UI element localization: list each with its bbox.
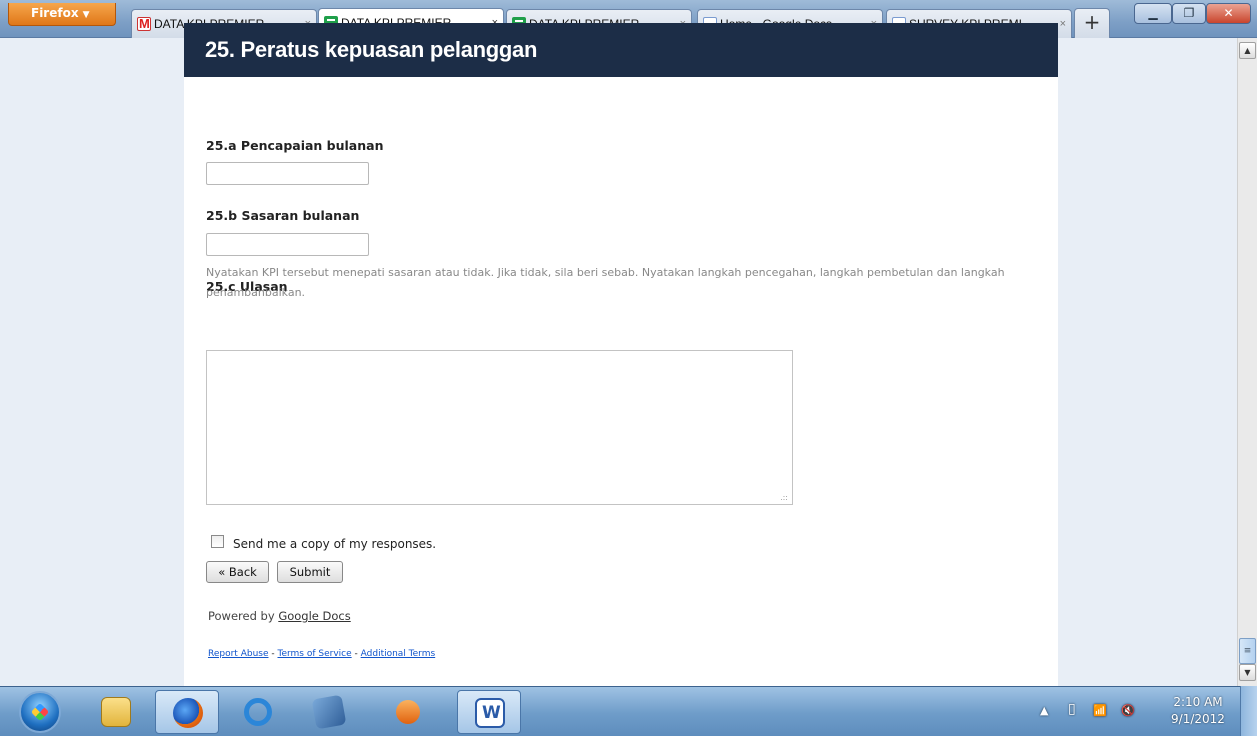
back-button[interactable]: « Back: [206, 561, 269, 583]
sasaran-bulanan-input[interactable]: [206, 233, 369, 256]
battery-icon[interactable]: ▯: [1068, 701, 1076, 717]
additional-terms-link[interactable]: Additional Terms: [361, 649, 436, 659]
powered-by-text: Powered by: [208, 609, 279, 623]
resize-grip-icon[interactable]: .::: [780, 493, 788, 502]
tools-icon: [311, 694, 347, 730]
taskbar-media-player[interactable]: [376, 690, 440, 734]
ulasan-textarea[interactable]: .::: [206, 350, 793, 505]
plus-icon: +: [1083, 10, 1101, 34]
scroll-up-arrow-icon[interactable]: ▲: [1239, 42, 1256, 59]
taskbar-tools[interactable]: [297, 690, 361, 734]
system-clock[interactable]: 2:10 AM 9/1/2012: [1163, 694, 1233, 728]
restore-icon: ❐: [1183, 6, 1195, 20]
terms-of-service-link[interactable]: Terms of Service: [277, 649, 351, 659]
firefox-icon: [173, 698, 203, 728]
start-button[interactable]: [19, 691, 61, 733]
send-copy-checkbox[interactable]: [211, 535, 224, 548]
close-window-button[interactable]: ✕: [1206, 3, 1251, 24]
footer-links: Report Abuse - Terms of Service - Additi…: [208, 649, 435, 659]
restore-button[interactable]: ❐: [1172, 3, 1206, 24]
send-copy-label: Send me a copy of my responses.: [233, 537, 437, 551]
network-signal-icon[interactable]: 📶: [1093, 704, 1107, 717]
section-title: 25. Peratus kepuasan pelanggan: [184, 23, 1058, 77]
volume-muted-icon[interactable]: 🔇: [1121, 704, 1135, 717]
pencapaian-bulanan-input[interactable]: [206, 162, 369, 185]
taskbar-internet-explorer[interactable]: [226, 690, 290, 734]
new-tab-button[interactable]: +: [1074, 8, 1110, 38]
gmail-icon: [137, 10, 151, 38]
vertical-scrollbar[interactable]: ▲ ≡ ▼: [1237, 38, 1257, 686]
show-hidden-icons-arrow-icon[interactable]: ▲: [1040, 704, 1048, 717]
question-25b-label: 25.b Sasaran bulanan: [206, 208, 360, 223]
submit-button[interactable]: Submit: [277, 561, 343, 583]
footer-separator: -: [351, 649, 361, 659]
powered-by: Powered by Google Docs: [208, 609, 351, 623]
clock-time: 2:10 AM: [1173, 695, 1223, 709]
firefox-menu-label: Firefox: [31, 6, 79, 20]
folder-icon: [101, 697, 131, 727]
question-25a-label: 25.a Pencapaian bulanan: [206, 138, 384, 153]
scroll-down-arrow-icon[interactable]: ▼: [1239, 664, 1256, 681]
question-25c-help-text: Nyatakan KPI tersebut menepati sasaran a…: [206, 266, 1005, 299]
show-desktop-button[interactable]: [1240, 686, 1257, 736]
word-icon: [475, 698, 505, 728]
internet-explorer-icon: [244, 698, 272, 726]
taskbar-windows-explorer[interactable]: [84, 690, 148, 734]
tab-close-icon[interactable]: ×: [1060, 10, 1066, 38]
report-abuse-link[interactable]: Report Abuse: [208, 649, 269, 659]
taskbar-firefox[interactable]: [155, 690, 219, 734]
scroll-thumb[interactable]: ≡: [1239, 638, 1256, 664]
media-player-icon: [396, 700, 420, 724]
firefox-menu-button[interactable]: Firefox ▼: [8, 3, 116, 26]
clock-date: 9/1/2012: [1171, 712, 1225, 726]
dropdown-arrow-icon: ▼: [82, 10, 90, 20]
close-icon: ✕: [1223, 6, 1234, 20]
minimize-icon: ▁: [1148, 6, 1158, 20]
minimize-button[interactable]: ▁: [1134, 3, 1172, 24]
taskbar-microsoft-word[interactable]: [457, 690, 521, 734]
google-docs-link[interactable]: Google Docs: [278, 609, 350, 623]
